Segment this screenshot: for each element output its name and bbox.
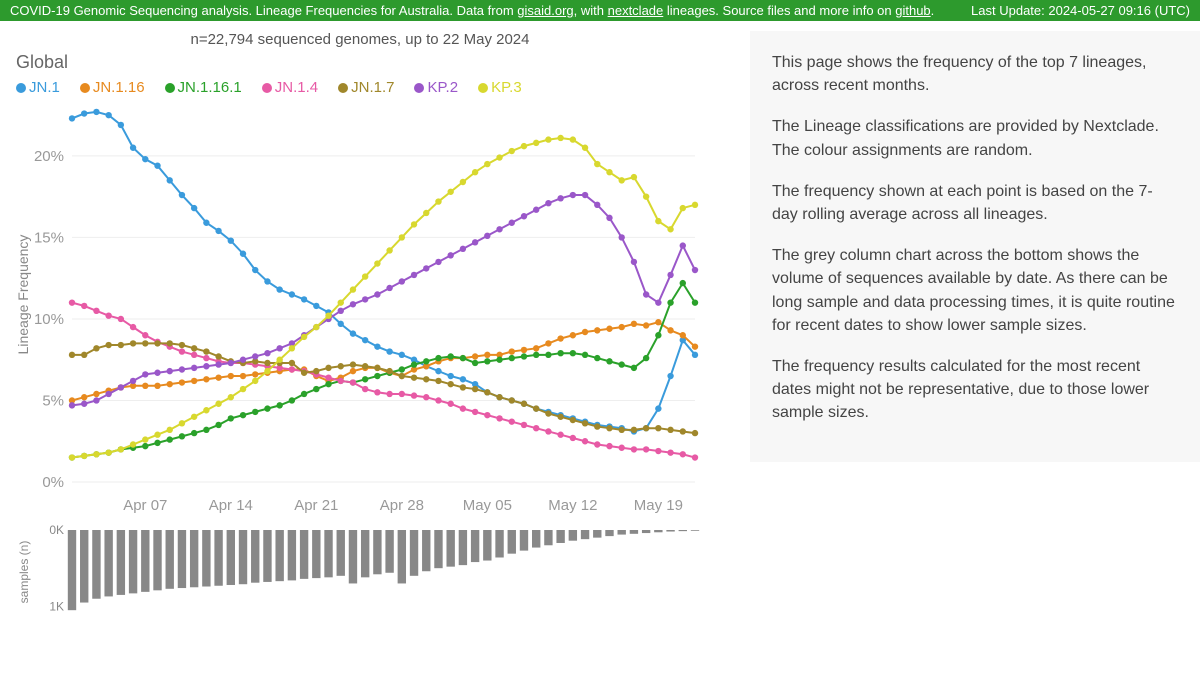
legend-dot-icon (338, 83, 348, 93)
legend-dot-icon (165, 83, 175, 93)
svg-text:10%: 10% (34, 311, 64, 328)
chart-legend: JN.1 JN.1.16 JN.1.16.1 JN.1.4 JN.1.7 KP.2 KP.3 (16, 79, 710, 96)
legend-item[interactable]: JN.1.16.1 (165, 79, 252, 96)
svg-text:May 05: May 05 (463, 497, 512, 514)
legend-label: JN.1.16.1 (178, 79, 242, 96)
link-gisaid[interactable]: gisaid.org (517, 3, 573, 18)
svg-text:0K: 0K (49, 523, 64, 537)
svg-text:5%: 5% (42, 392, 64, 409)
description-paragraph: The grey column chart across the bottom … (772, 244, 1178, 337)
legend-label: KP.2 (427, 79, 458, 96)
lineage-frequency-chart: 0% 5% 10% 15% 20% Lineage Frequency Apr 07 Apr … (10, 102, 710, 522)
description-panel: This page shows the frequency of the top… (750, 31, 1200, 462)
legend-dot-icon (80, 83, 90, 93)
svg-text:15%: 15% (34, 229, 64, 246)
legend-label: JN.1 (29, 79, 60, 96)
legend-label: JN.1.16 (93, 79, 145, 96)
svg-text:Apr 21: Apr 21 (294, 497, 338, 514)
chart-panel: n=22,794 sequenced genomes, up to 22 May… (0, 21, 720, 622)
legend-item[interactable]: KP.3 (478, 79, 532, 96)
chart-subtitle: n=22,794 sequenced genomes, up to 22 May… (10, 31, 710, 48)
svg-text:1K: 1K (49, 599, 64, 613)
header-prefix: COVID-19 Genomic Sequencing analysis. Li… (10, 3, 517, 18)
svg-text:May 19: May 19 (634, 497, 683, 514)
description-paragraph: The Lineage classifications are provided… (772, 115, 1178, 161)
legend-label: JN.1.4 (275, 79, 318, 96)
svg-text:Apr 28: Apr 28 (380, 497, 424, 514)
svg-text:Apr 07: Apr 07 (123, 497, 167, 514)
link-nextclade[interactable]: nextclade (608, 3, 664, 18)
svg-text:samples (n): samples (n) (17, 541, 31, 604)
legend-dot-icon (414, 83, 424, 93)
link-github[interactable]: github (895, 3, 930, 18)
chart-title: Global (16, 52, 710, 73)
legend-item[interactable]: JN.1.7 (338, 79, 404, 96)
legend-item[interactable]: JN.1.4 (262, 79, 328, 96)
legend-item[interactable]: KP.2 (414, 79, 468, 96)
legend-item[interactable]: JN.1 (16, 79, 70, 96)
header-text: COVID-19 Genomic Sequencing analysis. Li… (10, 3, 934, 18)
svg-text:Apr 14: Apr 14 (209, 497, 253, 514)
header-bar: COVID-19 Genomic Sequencing analysis. Li… (0, 0, 1200, 21)
legend-item[interactable]: JN.1.16 (80, 79, 155, 96)
svg-text:Lineage Frequency: Lineage Frequency (15, 235, 31, 355)
last-update: Last Update: 2024-05-27 09:16 (UTC) (971, 3, 1190, 18)
svg-text:0%: 0% (42, 474, 64, 491)
legend-label: JN.1.7 (351, 79, 394, 96)
description-paragraph: This page shows the frequency of the top… (772, 51, 1178, 97)
legend-dot-icon (16, 83, 26, 93)
svg-text:20%: 20% (34, 148, 64, 165)
legend-label: KP.3 (491, 79, 522, 96)
samples-bar-chart: samples (n) 0K 1K (10, 522, 710, 622)
svg-text:May 12: May 12 (548, 497, 597, 514)
description-paragraph: The frequency results calculated for the… (772, 355, 1178, 425)
legend-dot-icon (478, 83, 488, 93)
description-paragraph: The frequency shown at each point is bas… (772, 180, 1178, 226)
legend-dot-icon (262, 83, 272, 93)
